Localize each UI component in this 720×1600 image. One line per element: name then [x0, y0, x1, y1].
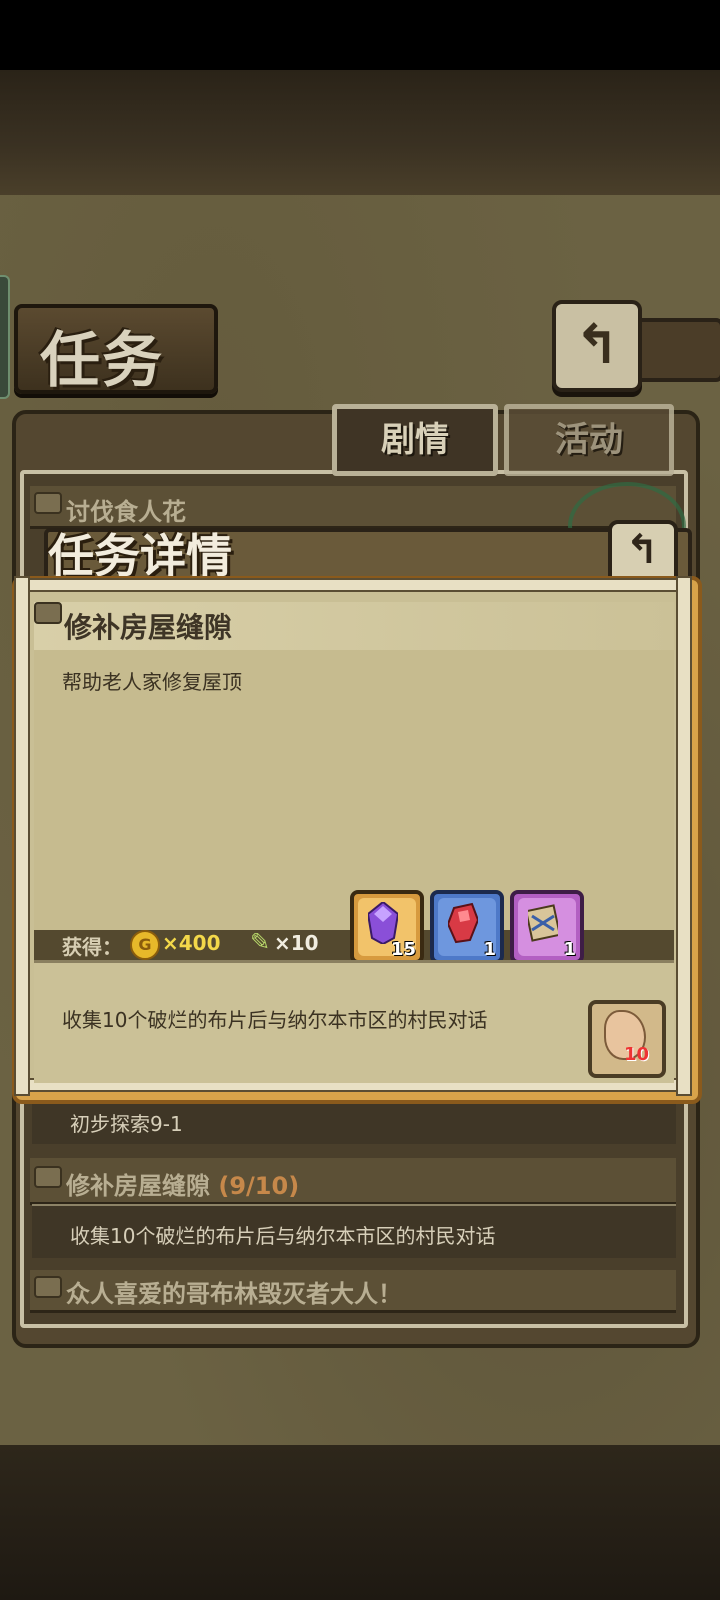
header-bar [630, 318, 720, 382]
tab-event-label: 活动 [555, 420, 623, 460]
reward-item-purple-crystal[interactable]: 15 [350, 890, 424, 964]
status-bar-area [0, 0, 720, 70]
scroll-icon [34, 602, 62, 624]
item-count: 15 [390, 939, 416, 960]
modal-post-right [676, 576, 692, 1096]
rewards-label: 获得： [62, 935, 122, 959]
scroll-map-icon [528, 904, 558, 942]
quest-row[interactable]: 众人喜爱的哥布林毁灭者大人！ [30, 1270, 676, 1313]
objective-text: 收集10个破烂的布片后与纳尔本市区的村民对话 [62, 1008, 488, 1032]
quest-row-title: 修补房屋缝隙 (9/10) [66, 1166, 299, 1201]
tab-event[interactable]: 活动 [504, 404, 674, 476]
background-top [0, 70, 720, 195]
quest-row-description[interactable]: 收集10个破烂的布片后与纳尔本市区的村民对话 [32, 1204, 676, 1258]
background-bottom [0, 1445, 720, 1600]
quest-row-title-text: 修补房屋缝隙 [66, 1172, 210, 1200]
modal-post-left [14, 576, 30, 1096]
quest-row-subtitle-text: 初步探索9-1 [70, 1112, 183, 1136]
scroll-icon [34, 1276, 62, 1298]
item-count: 1 [563, 939, 576, 960]
feather-amount: ×10 [274, 931, 319, 955]
tab-story-label: 剧情 [381, 420, 449, 460]
reward-item-red-ore[interactable]: 1 [430, 890, 504, 964]
detail-description: 帮助老人家修复屋顶 [62, 670, 242, 694]
tab-story[interactable]: 剧情 [332, 404, 498, 476]
red-ore-icon [448, 902, 478, 944]
side-tab[interactable] [0, 275, 10, 399]
quest-row-description-text: 收集10个破烂的布片后与纳尔本市区的村民对话 [70, 1224, 496, 1248]
page-title: 任务 [40, 326, 164, 396]
scroll-icon [34, 1166, 62, 1188]
required-item-count: 10 [624, 1044, 650, 1065]
quest-row-title: 众人喜爱的哥布林毁灭者大人！ [66, 1280, 402, 1308]
gold-coin-icon: G [130, 930, 160, 960]
item-count: 1 [483, 939, 496, 960]
back-arrow-icon: ↰ [574, 313, 620, 376]
detail-quest-title: 修补房屋缝隙 [64, 611, 233, 644]
back-arrow-icon: ↰ [625, 527, 659, 573]
feather-icon: ✎ [250, 928, 271, 956]
quest-row-progress: (9/10) [218, 1172, 300, 1200]
gold-amount: ×400 [162, 931, 221, 955]
modal-rail-top [18, 578, 686, 592]
scroll-icon [34, 492, 62, 514]
reward-item-scroll-map[interactable]: 1 [510, 890, 584, 964]
quest-row[interactable]: 修补房屋缝隙 (9/10) [30, 1158, 676, 1205]
purple-crystal-icon [368, 902, 398, 944]
